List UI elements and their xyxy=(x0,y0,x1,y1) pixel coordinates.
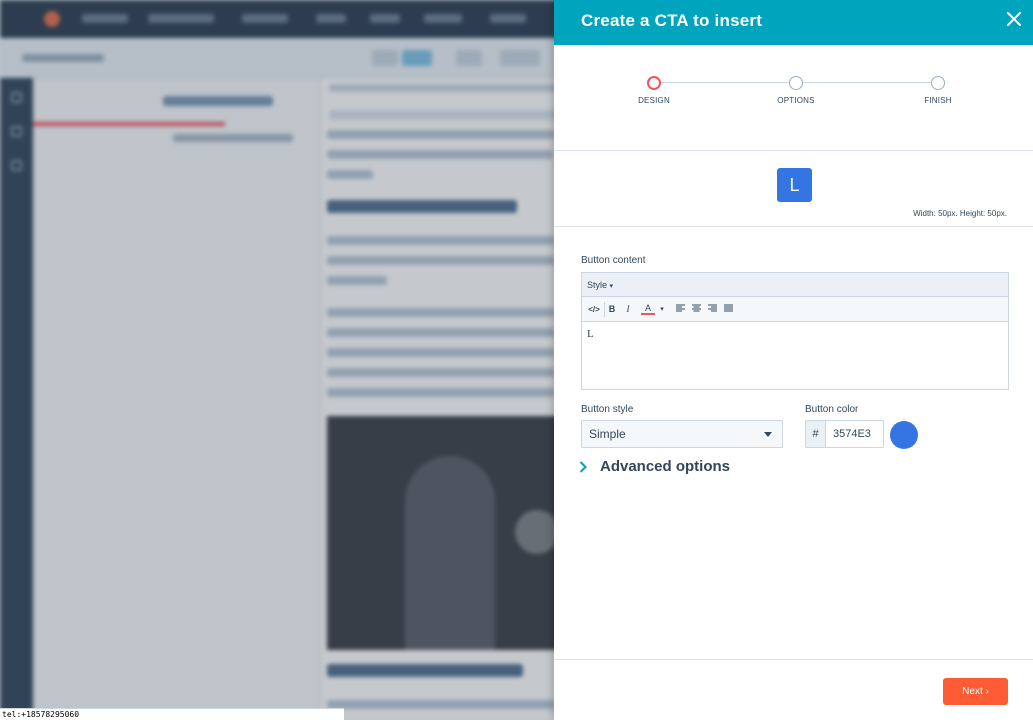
step-design: DESIGN xyxy=(604,76,704,105)
step-indicator xyxy=(931,76,945,90)
button-color-input[interactable]: # 3574E3 xyxy=(805,420,884,448)
toolbar-divider xyxy=(604,302,605,317)
cta-preview: L Width: 50px. Height: 50px. xyxy=(554,151,1033,227)
color-swatch-picker[interactable] xyxy=(890,421,918,449)
style-dropdown[interactable]: Style ▾ xyxy=(587,280,613,290)
advanced-options-label: Advanced options xyxy=(600,458,731,475)
button-content-label: Button content xyxy=(581,255,646,266)
button-color-label: Button color xyxy=(805,404,859,415)
align-center-icon[interactable] xyxy=(690,303,702,316)
button-content-input[interactable]: L xyxy=(582,322,1008,389)
button-color-value: 3574E3 xyxy=(833,428,871,440)
modal-title: Create a CTA to insert xyxy=(581,11,763,30)
step-indicator-active xyxy=(647,76,661,90)
step-label: DESIGN xyxy=(638,96,670,105)
button-style-value: Simple xyxy=(589,427,626,441)
wizard-stepper: DESIGN OPTIONS FINISH xyxy=(554,45,1033,151)
step-indicator xyxy=(789,76,803,90)
source-code-button[interactable]: </> xyxy=(586,303,602,316)
close-icon[interactable] xyxy=(1007,12,1021,26)
align-justify-icon[interactable] xyxy=(722,303,734,316)
chevron-down-icon[interactable]: ▾ xyxy=(658,303,666,316)
formatting-toolbar: </> B I A ▾ xyxy=(582,297,1008,322)
next-button[interactable]: Next › xyxy=(943,678,1008,705)
align-left-icon[interactable] xyxy=(674,303,686,316)
button-content-editor: Style ▾ </> B I A ▾ L xyxy=(581,272,1009,390)
modal-footer: Next › xyxy=(554,659,1033,720)
step-label: FINISH xyxy=(924,96,952,105)
italic-button[interactable]: I xyxy=(622,303,634,316)
bold-button[interactable]: B xyxy=(606,303,618,316)
chevron-right-icon xyxy=(579,460,587,478)
style-menu-bar: Style ▾ xyxy=(582,273,1008,297)
style-dropdown-label: Style xyxy=(587,280,608,290)
next-button-label: Next xyxy=(962,686,983,697)
step-options: OPTIONS xyxy=(746,76,846,105)
preview-dimensions: Width: 50px. Height: 50px. xyxy=(913,209,1007,218)
create-cta-modal: Create a CTA to insert DESIGN OPTIONS FI… xyxy=(554,0,1033,720)
step-label: OPTIONS xyxy=(777,96,815,105)
hash-prefix: # xyxy=(806,421,826,447)
caret-down-icon xyxy=(764,432,772,437)
step-finish: FINISH xyxy=(888,76,988,105)
chevron-right-icon: › xyxy=(985,686,989,697)
cta-preview-button: L xyxy=(777,168,812,202)
button-style-label: Button style xyxy=(581,404,634,415)
status-bar-url: tel:+18578295060 xyxy=(0,708,344,720)
modal-header: Create a CTA to insert xyxy=(554,0,1033,45)
button-style-select[interactable]: Simple xyxy=(581,420,783,448)
chevron-down-icon: ▾ xyxy=(609,283,614,290)
text-color-button[interactable]: A xyxy=(641,303,655,315)
align-right-icon[interactable] xyxy=(706,303,718,316)
